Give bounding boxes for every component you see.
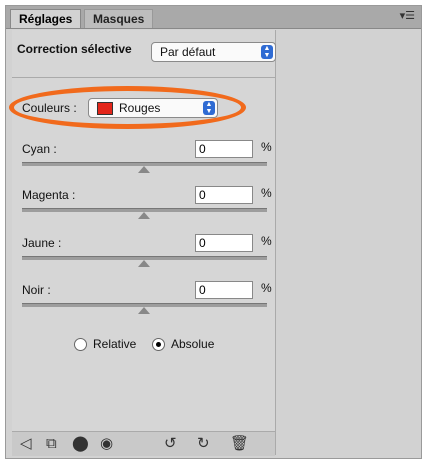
adjustments-panel: Réglages Masques ▾☰ Correction sélective…: [5, 5, 422, 459]
cyan-slider-thumb[interactable]: [138, 166, 150, 173]
tab-bar: Réglages Masques ▾☰: [6, 6, 421, 29]
jaune-label: Jaune :: [22, 236, 62, 250]
cyan-label: Cyan :: [22, 142, 57, 156]
preset-select[interactable]: Par défaut ▲ ▼: [151, 42, 276, 62]
radio-relative[interactable]: [74, 338, 87, 351]
magenta-slider-thumb[interactable]: [138, 212, 150, 219]
divider: [12, 77, 275, 78]
noir-percent: %: [261, 281, 272, 295]
eye-icon[interactable]: ◉: [100, 434, 113, 454]
panel-menu-icon[interactable]: ▾☰: [400, 9, 415, 22]
noir-label: Noir :: [22, 283, 51, 297]
jaune-input[interactable]: [195, 234, 253, 252]
magenta-percent: %: [261, 186, 272, 200]
back-arrow-icon[interactable]: ◁: [20, 434, 32, 454]
radio-absolue[interactable]: [152, 338, 165, 351]
trash-icon[interactable]: 🗑: [230, 434, 249, 454]
jaune-slider-thumb[interactable]: [138, 260, 150, 267]
clip-layer-icon[interactable]: ⧉: [46, 434, 57, 454]
cyan-percent: %: [261, 140, 272, 154]
magenta-input[interactable]: [195, 186, 253, 204]
bottom-toolbar: ◁ ⧉ ⬤ ◉ ↺ ↻ 🗑: [12, 431, 275, 456]
preset-value: Par défaut: [160, 45, 216, 59]
jaune-percent: %: [261, 234, 272, 248]
tab-reglages[interactable]: Réglages: [10, 9, 82, 28]
magenta-label: Magenta :: [22, 188, 76, 202]
noir-input[interactable]: [195, 281, 253, 299]
panel-title: Correction sélective: [17, 42, 132, 56]
select-arrows-icon: ▲ ▼: [261, 45, 273, 59]
radio-relative-label[interactable]: Relative: [93, 337, 136, 351]
cyan-input[interactable]: [195, 140, 253, 158]
reset-icon[interactable]: ↺: [164, 434, 177, 454]
noir-slider-thumb[interactable]: [138, 307, 150, 314]
tab-masques[interactable]: Masques: [84, 9, 154, 28]
visibility-toggle-icon[interactable]: ⬤: [72, 434, 89, 454]
undo-icon[interactable]: ↻: [197, 434, 210, 454]
highlight-ellipse: [9, 86, 246, 129]
radio-absolue-label[interactable]: Absolue: [171, 337, 214, 351]
